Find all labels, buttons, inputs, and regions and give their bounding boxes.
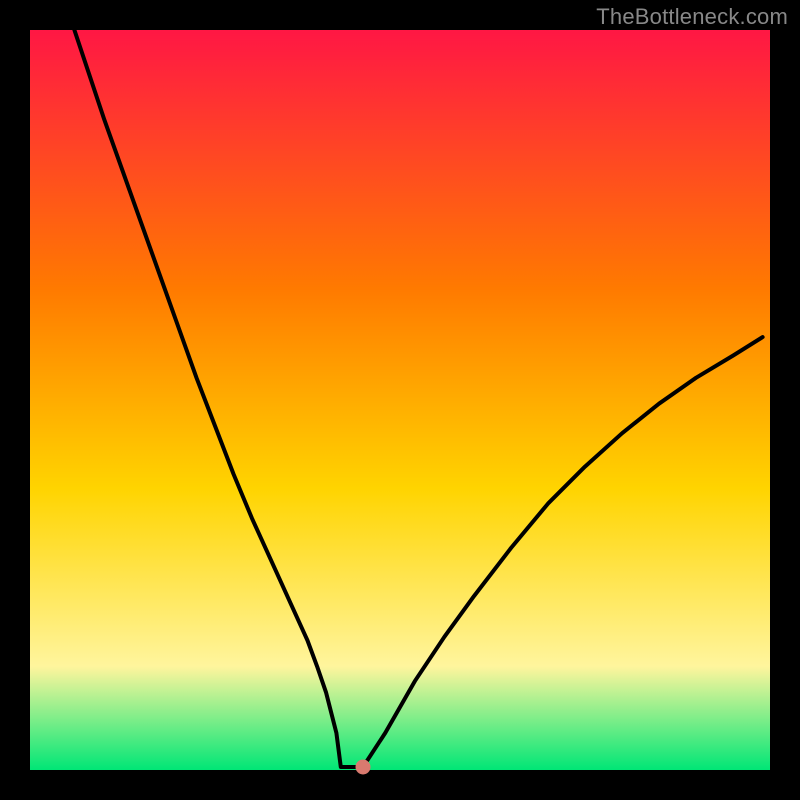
chart-frame: TheBottleneck.com xyxy=(0,0,800,800)
chart-gradient-background xyxy=(30,30,770,770)
watermark-text: TheBottleneck.com xyxy=(596,4,788,30)
bottleneck-chart xyxy=(0,0,800,800)
optimal-point-marker xyxy=(356,760,370,774)
